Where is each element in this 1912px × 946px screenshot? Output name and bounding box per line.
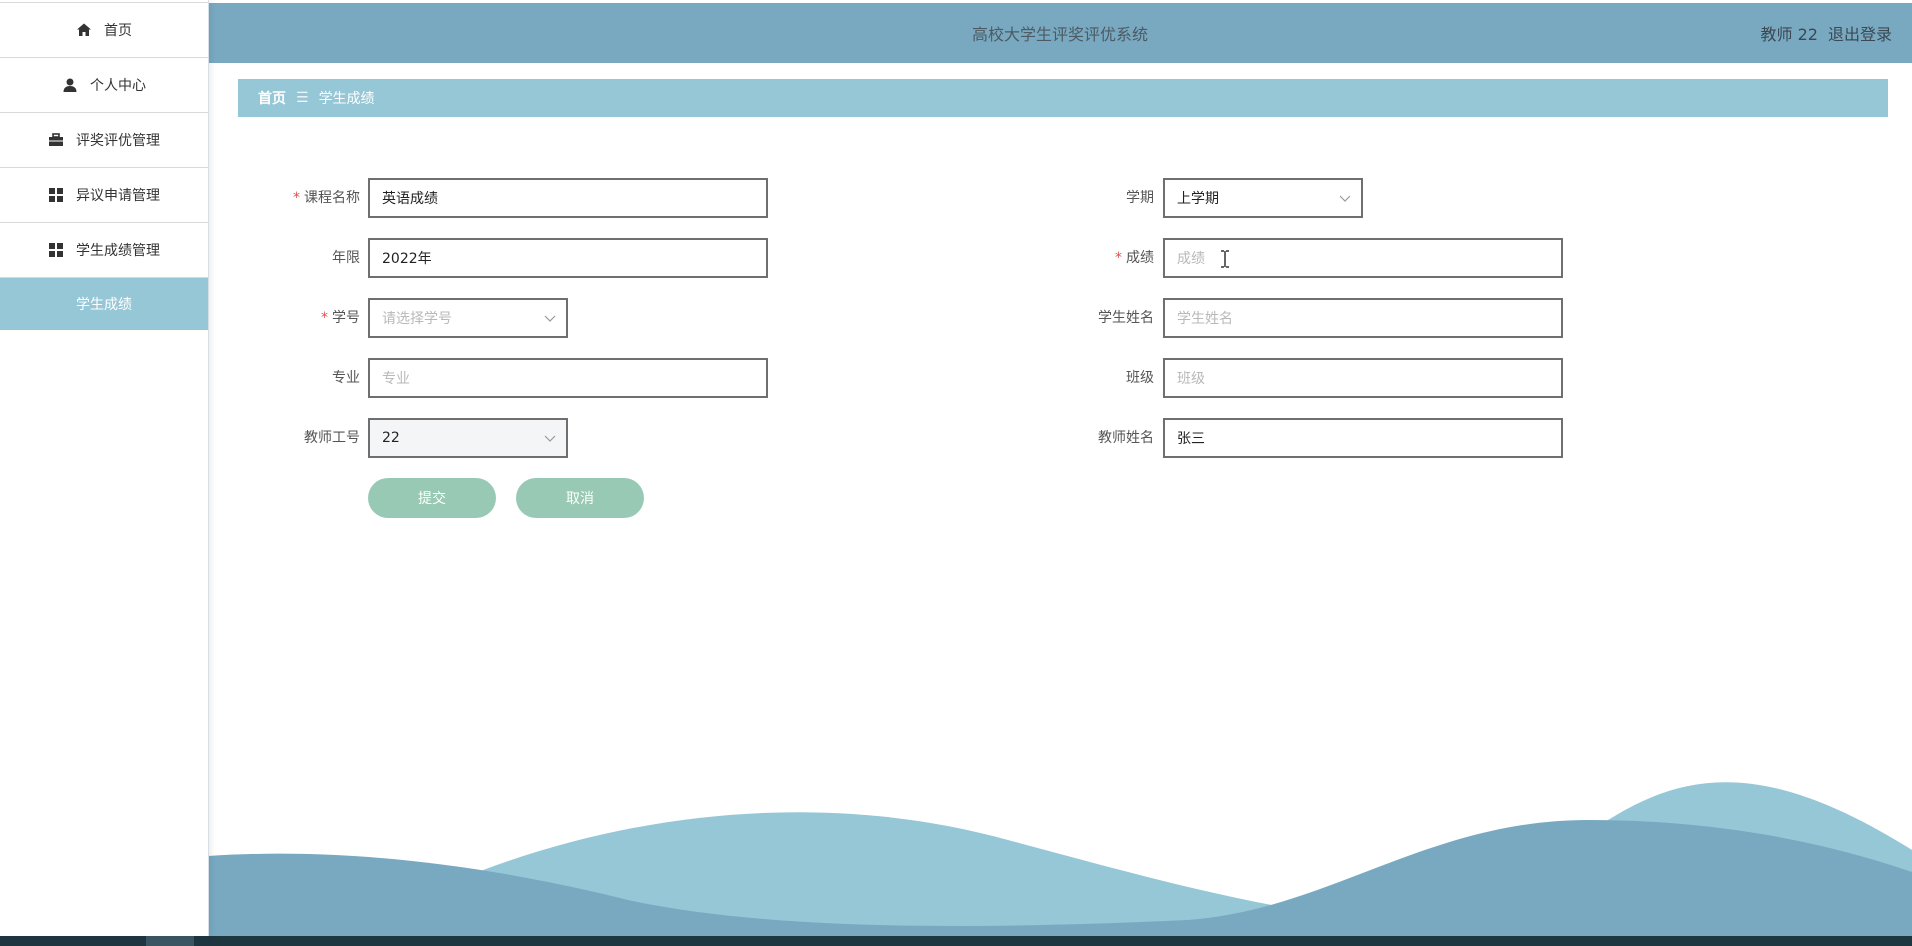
- major-input[interactable]: 专业: [368, 358, 768, 398]
- sidebar-subitem-student-grades[interactable]: 学生成绩: [0, 278, 208, 330]
- grid-icon: [48, 242, 64, 258]
- breadcrumb-separator-icon: ☰: [296, 90, 309, 106]
- taskbar: [0, 936, 1912, 946]
- breadcrumb-home[interactable]: 首页: [258, 88, 286, 108]
- current-user-label: 教师 22: [1760, 25, 1818, 44]
- app-page: 首页 个人中心 评奖评优管理 异议申请管理 学生成绩管理 学生成绩 高校大学生评…: [0, 0, 1912, 946]
- app-title: 高校大学生评奖评优系统: [971, 25, 1148, 44]
- sidebar-item-profile[interactable]: 个人中心: [0, 58, 208, 113]
- student-id-label: * 学号: [321, 310, 360, 326]
- course-name-label: * 课程名称: [293, 190, 360, 206]
- sidebar: 首页 个人中心 评奖评优管理 异议申请管理 学生成绩管理 学生成绩: [0, 0, 209, 936]
- chevron-down-icon: [1339, 195, 1351, 202]
- class-input[interactable]: 班级: [1163, 358, 1563, 398]
- briefcase-icon: [48, 132, 64, 148]
- home-icon: [76, 22, 92, 38]
- class-label: 班级: [1126, 370, 1154, 386]
- student-name-label: 学生姓名: [1098, 310, 1154, 326]
- teacher-id-select[interactable]: 22: [368, 418, 568, 458]
- score-label: * 成绩: [1115, 250, 1154, 266]
- sidebar-item-grades[interactable]: 学生成绩管理: [0, 223, 208, 278]
- year-input[interactable]: 2022年: [368, 238, 768, 278]
- teacher-name-input[interactable]: 张三: [1163, 418, 1563, 458]
- user-area: 教师 22 退出登录: [1761, 3, 1892, 63]
- text-cursor-icon: [1221, 250, 1229, 268]
- semester-label: 学期: [1126, 190, 1154, 206]
- sidebar-item-awards[interactable]: 评奖评优管理: [0, 113, 208, 168]
- logout-link[interactable]: 退出登录: [1828, 21, 1892, 45]
- semester-select[interactable]: 上学期: [1163, 178, 1363, 218]
- course-name-input[interactable]: 英语成绩: [368, 178, 768, 218]
- user-icon: [62, 77, 78, 93]
- taskbar-tab[interactable]: [146, 936, 194, 946]
- sidebar-item-home[interactable]: 首页: [0, 2, 208, 58]
- decorative-waves: [208, 782, 1912, 936]
- cancel-button[interactable]: 取消: [516, 478, 644, 518]
- sidebar-item-label: 学生成绩管理: [76, 243, 160, 259]
- breadcrumb: 首页 ☰ 学生成绩: [238, 79, 1888, 117]
- sidebar-item-appeals[interactable]: 异议申请管理: [0, 168, 208, 223]
- student-name-input[interactable]: 学生姓名: [1163, 298, 1563, 338]
- breadcrumb-current: 学生成绩: [318, 91, 375, 107]
- top-header: 高校大学生评奖评优系统 教师 22 退出登录: [208, 3, 1912, 63]
- sidebar-item-label: 个人中心: [90, 78, 146, 94]
- chevron-down-icon: [544, 435, 556, 442]
- year-label: 年限: [332, 250, 360, 266]
- teacher-id-label: 教师工号: [304, 430, 360, 446]
- sidebar-item-label: 首页: [104, 23, 132, 39]
- teacher-name-label: 教师姓名: [1098, 430, 1154, 446]
- student-id-select[interactable]: 请选择学号: [368, 298, 568, 338]
- sidebar-item-label: 异议申请管理: [76, 188, 160, 204]
- submit-button[interactable]: 提交: [368, 478, 496, 518]
- sidebar-item-label: 评奖评优管理: [76, 133, 160, 149]
- major-label: 专业: [332, 370, 360, 386]
- grid-icon: [48, 187, 64, 203]
- chevron-down-icon: [544, 315, 556, 322]
